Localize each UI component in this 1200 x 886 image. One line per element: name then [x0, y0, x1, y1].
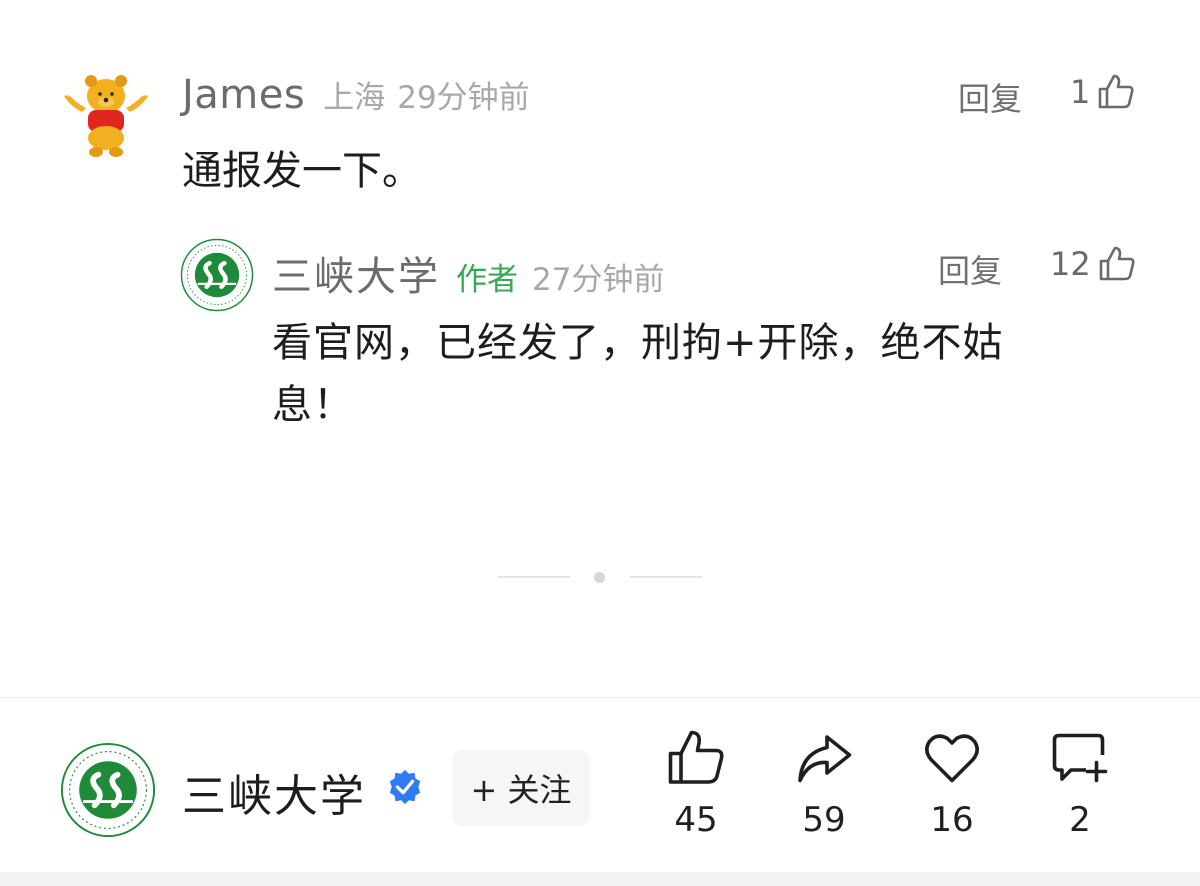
- thumbs-up-icon: [1099, 246, 1135, 281]
- user-avatar[interactable]: [60, 66, 152, 158]
- indicator-dot: [594, 572, 605, 583]
- comment-add-icon: [1052, 733, 1108, 783]
- post-favorite-count: 16: [930, 800, 974, 840]
- comment-reply-button[interactable]: 回复: [958, 74, 1022, 120]
- verified-badge-icon: [389, 769, 421, 805]
- reply-username[interactable]: 三峡大学: [272, 244, 440, 302]
- reply-reply-button[interactable]: 回复: [938, 246, 1002, 292]
- bottom-edge: [0, 872, 1200, 886]
- post-share-count: 59: [802, 800, 846, 840]
- footer-university-logo[interactable]: [60, 742, 156, 838]
- reply-like-button[interactable]: 12: [1050, 244, 1137, 284]
- comment-header: James 上海 29分钟前: [182, 72, 530, 118]
- post-share-button[interactable]: 59: [774, 728, 874, 840]
- comment-like-count: 1: [1070, 73, 1091, 111]
- thumbs-up-icon: [1099, 74, 1134, 109]
- post-comment-count: 2: [1069, 800, 1091, 840]
- indicator-line-left: [498, 576, 570, 578]
- post-favorite-button[interactable]: 16: [902, 728, 1002, 840]
- footer-divider: [0, 697, 1200, 698]
- footer-account-name[interactable]: 三峡大学: [182, 760, 366, 824]
- reply-like-count: 12: [1050, 245, 1091, 283]
- follow-button[interactable]: + 关注: [452, 750, 590, 826]
- comment-username[interactable]: James: [182, 72, 305, 118]
- reply-text: 看官网，已经发了，刑拘+开除，绝不姑息！: [272, 320, 1004, 428]
- comment-like-button[interactable]: 1: [1070, 72, 1136, 112]
- indicator-line-right: [630, 576, 702, 578]
- author-badge: 作者: [456, 262, 518, 298]
- comment-text: 通报发一下。: [182, 148, 422, 194]
- reply-header: 三峡大学 作者 27分钟前: [272, 244, 664, 300]
- post-like-count: 45: [674, 800, 718, 840]
- page-indicator: [498, 570, 702, 584]
- thumbs-up-icon: [668, 730, 724, 784]
- heart-icon: [925, 734, 979, 783]
- comment-location: 上海: [323, 80, 386, 116]
- post-comment-button[interactable]: 2: [1030, 728, 1130, 840]
- comment-timestamp: 29分钟前: [397, 80, 530, 116]
- post-like-button[interactable]: 45: [646, 728, 746, 840]
- share-arrow-icon: [798, 735, 852, 783]
- university-logo-avatar[interactable]: [180, 238, 254, 312]
- reply-timestamp: 27分钟前: [532, 262, 665, 298]
